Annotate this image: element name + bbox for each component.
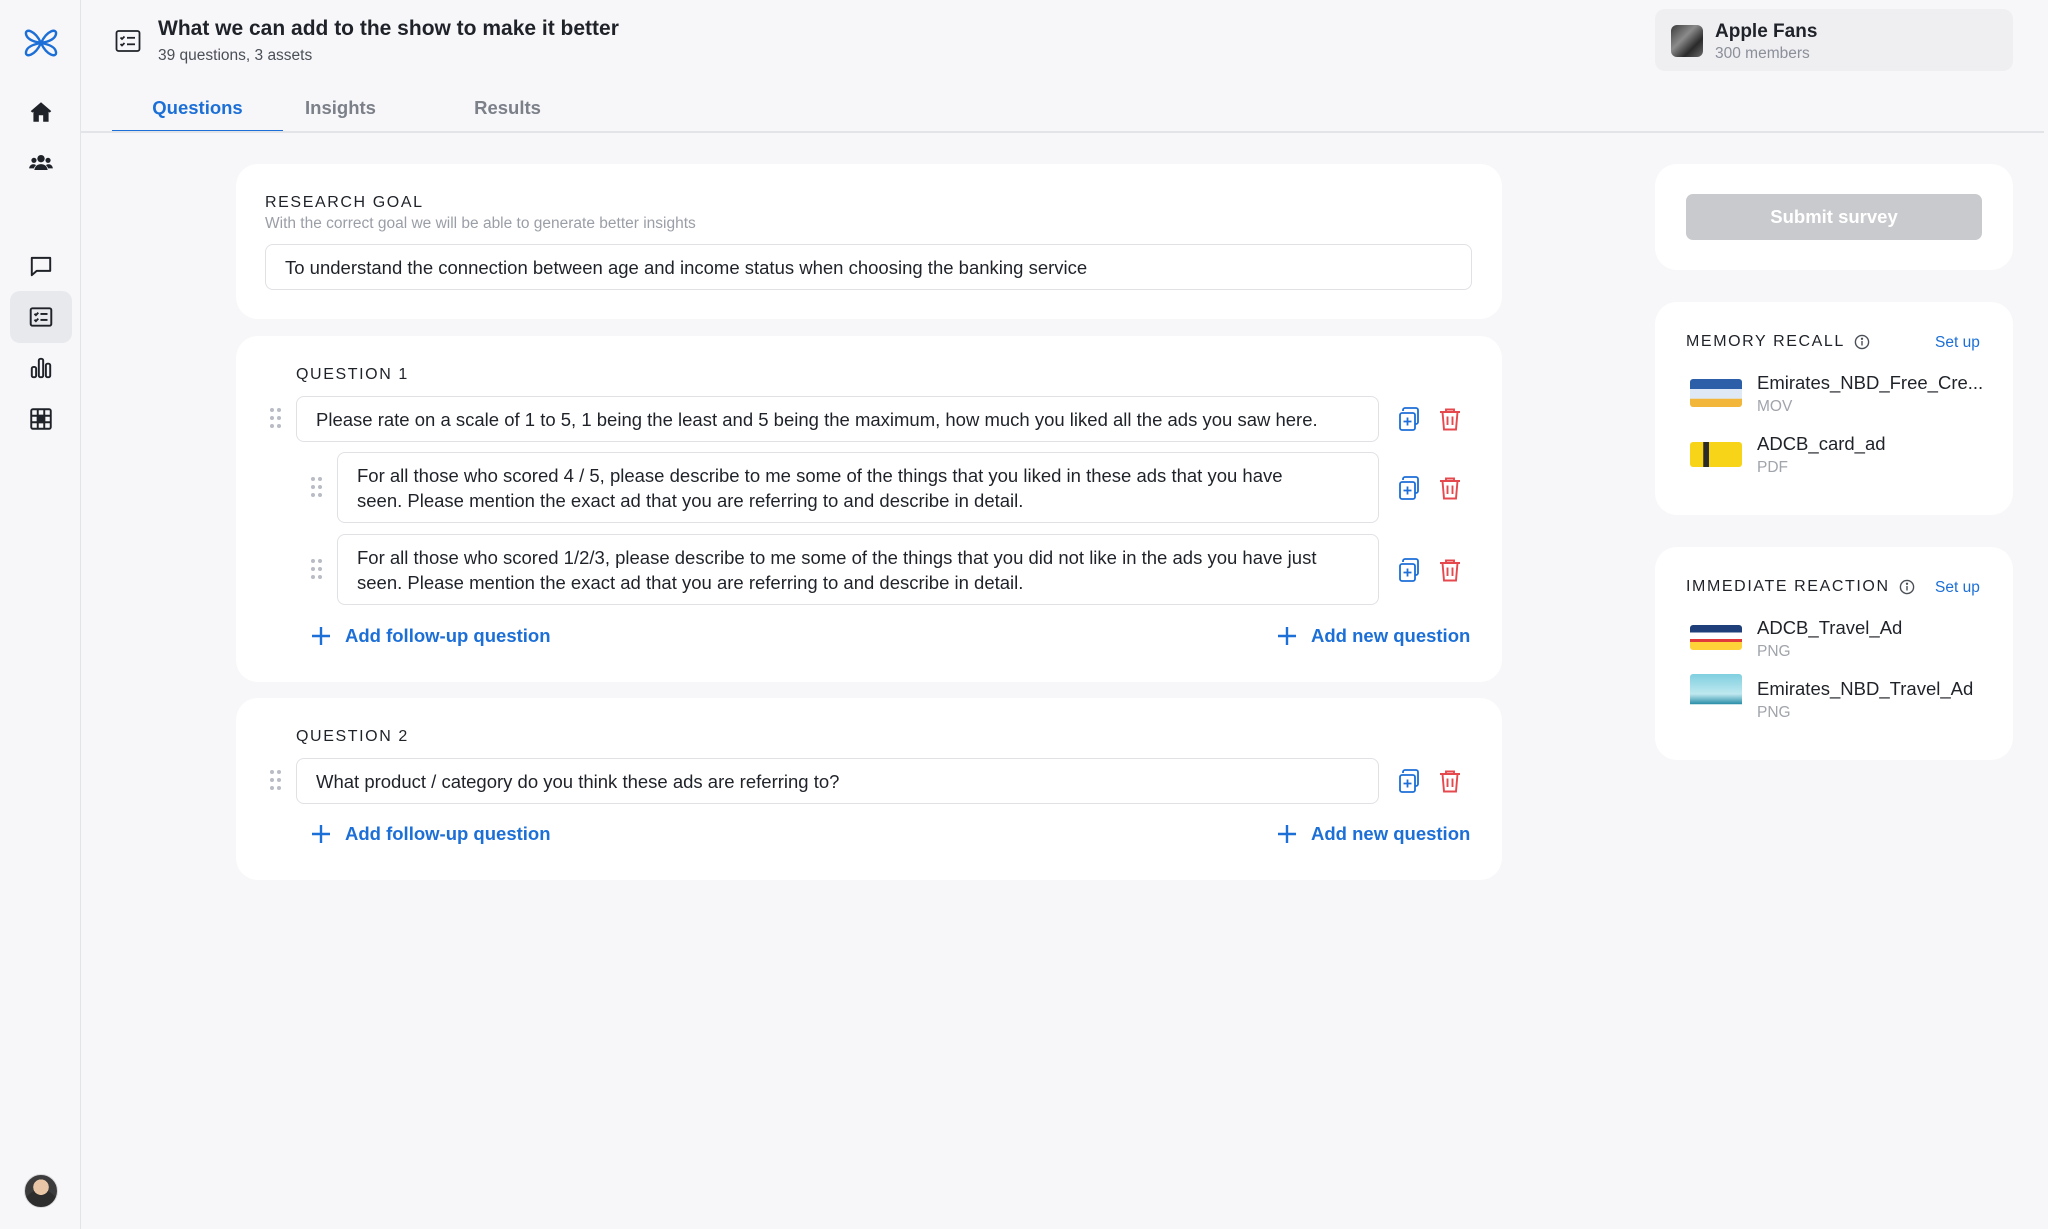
asset-thumbnail	[1690, 674, 1742, 724]
drag-handle-icon[interactable]	[270, 770, 282, 792]
trash-icon[interactable]	[1437, 406, 1463, 432]
memory-recall-setup-link[interactable]: Set up	[1935, 334, 1980, 352]
asset-type: PDF	[1757, 459, 1788, 476]
followup-question-input[interactable]: For all those who scored 4 / 5, please d…	[337, 452, 1379, 523]
butterfly-logo-icon[interactable]	[22, 24, 60, 62]
immediate-reaction-title-text: IMMEDIATE REACTION	[1686, 578, 1890, 595]
immediate-reaction-title: IMMEDIATE REACTION	[1686, 578, 1915, 596]
duplicate-icon[interactable]	[1396, 475, 1422, 501]
research-goal-label: RESEARCH GOAL	[265, 194, 424, 211]
page-subtitle: 39 questions, 3 assets	[158, 47, 313, 64]
home-icon	[30, 102, 52, 122]
sidebar-item-audience[interactable]	[10, 137, 72, 189]
question-card: QUESTION 2 What product / category do yo…	[236, 698, 1502, 880]
followup-question-input[interactable]: For all those who scored 1/2/3, please d…	[337, 534, 1379, 605]
asset-name: Emirates_NBD_Free_Cre...	[1757, 372, 1984, 393]
trash-icon[interactable]	[1437, 768, 1463, 794]
memory-recall-card: MEMORY RECALL Set up Emirates_NBD_Free_C…	[1655, 302, 2013, 515]
group-members-count: 300 members	[1715, 45, 1810, 62]
group-name: Apple Fans	[1715, 21, 1818, 42]
immediate-reaction-card: IMMEDIATE REACTION Set up ADCB_Travel_Ad…	[1655, 547, 2013, 760]
add-followup-button[interactable]: Add follow-up question	[310, 625, 551, 647]
drag-handle-icon[interactable]	[311, 559, 323, 581]
add-followup-label: Add follow-up question	[345, 625, 551, 646]
add-new-question-button[interactable]: Add new question	[1276, 823, 1470, 845]
asset-thumbnail	[1690, 379, 1742, 407]
question-input[interactable]: What product / category do you think the…	[296, 758, 1379, 804]
add-new-question-button[interactable]: Add new question	[1276, 625, 1470, 647]
plus-icon	[1278, 825, 1296, 843]
trash-icon[interactable]	[1437, 557, 1463, 583]
audience-group-card[interactable]: Apple Fans 300 members	[1655, 9, 2013, 71]
add-new-question-label: Add new question	[1311, 625, 1471, 646]
trash-icon[interactable]	[1437, 475, 1463, 501]
plus-icon	[312, 825, 330, 843]
bar-chart-icon	[30, 357, 52, 379]
sidebar-item-analytics[interactable]	[10, 342, 72, 394]
duplicate-icon[interactable]	[1396, 557, 1422, 583]
asset-thumbnail	[1690, 442, 1742, 467]
question-input[interactable]: Please rate on a scale of 1 to 5, 1 bein…	[296, 396, 1379, 442]
tabs-divider	[81, 131, 2044, 133]
plus-icon	[1278, 627, 1296, 645]
sidebar-item-grid[interactable]	[10, 393, 72, 445]
immediate-reaction-setup-link[interactable]: Set up	[1935, 579, 1980, 597]
asset-name: ADCB_Travel_Ad	[1757, 617, 1903, 638]
asset-name: ADCB_card_ad	[1757, 433, 1886, 454]
grid-icon	[30, 408, 52, 430]
sidebar	[0, 0, 81, 1229]
followup-text-line: For all those who scored 4 / 5, please d…	[357, 464, 1283, 486]
research-goal-card: RESEARCH GOAL With the correct goal we w…	[236, 164, 1502, 319]
tab-insights[interactable]: Insights	[294, 86, 387, 133]
asset-thumbnail	[1690, 625, 1742, 650]
users-icon	[29, 154, 53, 171]
submit-survey-button[interactable]: Submit survey	[1686, 194, 1982, 240]
group-avatar	[1671, 25, 1703, 57]
asset-type: PNG	[1757, 704, 1791, 721]
survey-list-icon	[29, 307, 53, 327]
chat-icon	[30, 256, 52, 277]
duplicate-icon[interactable]	[1396, 406, 1422, 432]
info-icon[interactable]	[1854, 334, 1870, 350]
add-new-question-label: Add new question	[1311, 823, 1471, 844]
asset-name: Emirates_NBD_Travel_Ad	[1757, 678, 1974, 699]
tab-questions[interactable]: Questions	[112, 86, 283, 133]
drag-handle-icon[interactable]	[311, 477, 323, 499]
sidebar-item-chat[interactable]	[10, 240, 72, 292]
sidebar-item-home[interactable]	[10, 86, 72, 138]
tab-results[interactable]: Results	[464, 86, 551, 133]
followup-text-line: For all those who scored 1/2/3, please d…	[357, 546, 1317, 568]
sidebar-item-surveys[interactable]	[10, 291, 72, 343]
followup-text-line: seen. Please mention the exact ad that y…	[357, 489, 1024, 511]
page-title: What we can add to the show to make it b…	[158, 17, 619, 40]
research-goal-input[interactable]: To understand the connection between age…	[265, 244, 1472, 290]
drag-handle-icon[interactable]	[270, 408, 282, 430]
followup-text-line: seen. Please mention the exact ad that y…	[357, 571, 1024, 593]
add-followup-label: Add follow-up question	[345, 823, 551, 844]
research-goal-helper: With the correct goal we will be able to…	[265, 215, 696, 232]
add-followup-button[interactable]: Add follow-up question	[310, 823, 551, 845]
question-label: QUESTION 2	[296, 728, 409, 745]
duplicate-icon[interactable]	[1396, 768, 1422, 794]
memory-recall-title: MEMORY RECALL	[1686, 333, 1870, 351]
question-label: QUESTION 1	[296, 366, 409, 383]
plus-icon	[312, 627, 330, 645]
user-avatar[interactable]	[24, 1174, 58, 1208]
asset-type: MOV	[1757, 398, 1793, 415]
question-card: QUESTION 1 Please rate on a scale of 1 t…	[236, 336, 1502, 682]
asset-type: PNG	[1757, 643, 1791, 660]
info-icon[interactable]	[1899, 579, 1915, 595]
memory-recall-title-text: MEMORY RECALL	[1686, 333, 1845, 350]
survey-list-icon	[115, 30, 141, 52]
